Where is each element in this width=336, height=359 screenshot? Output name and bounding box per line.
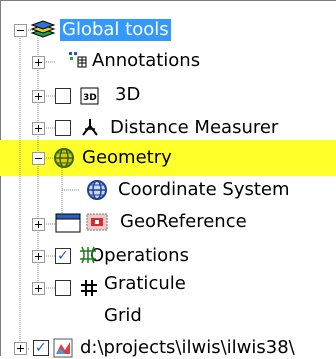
grid-icon bbox=[81, 280, 97, 296]
tree-item-georeference[interactable]: GeoReference bbox=[120, 211, 247, 233]
map-icon bbox=[53, 338, 73, 358]
project-checkbox[interactable]: ✓ bbox=[33, 340, 49, 356]
coordinate-system-icon bbox=[87, 180, 107, 200]
tree-item-coordinate-system[interactable]: Coordinate System bbox=[118, 179, 290, 201]
annotations-expand-toggle[interactable] bbox=[32, 56, 45, 69]
tree-item-geometry[interactable]: Geometry bbox=[82, 147, 172, 169]
global-tools-label[interactable]: Global tools bbox=[60, 19, 171, 41]
operations-expand-toggle[interactable] bbox=[32, 218, 45, 231]
layers-icon bbox=[30, 20, 56, 38]
compass-icon bbox=[82, 119, 98, 136]
grid-checkbox[interactable] bbox=[55, 280, 71, 296]
global-tools-collapse-toggle[interactable] bbox=[14, 24, 27, 37]
distance-measurer-checkbox[interactable] bbox=[55, 120, 71, 136]
tree-item-operations[interactable]: Operations bbox=[90, 245, 189, 267]
tree-item-3d[interactable]: 3D bbox=[115, 84, 140, 106]
tree-item-grid[interactable]: Grid bbox=[104, 305, 142, 327]
project-expand-toggle[interactable] bbox=[14, 342, 27, 355]
tree-item-distance-measurer[interactable]: Distance Measurer bbox=[110, 117, 278, 139]
geometry-collapse-toggle[interactable] bbox=[32, 152, 45, 165]
checkmark-icon: ✓ bbox=[35, 340, 47, 356]
annotation-icon bbox=[69, 52, 87, 68]
3d-checkbox[interactable] bbox=[55, 88, 71, 104]
3d-expand-toggle[interactable] bbox=[32, 90, 45, 103]
graticule-checkbox[interactable]: ✓ bbox=[55, 248, 71, 264]
tree-item-graticule[interactable]: Graticule bbox=[104, 273, 186, 295]
grid-expand-toggle[interactable] bbox=[32, 282, 45, 295]
svg-text:3D: 3D bbox=[83, 93, 97, 103]
checkmark-icon: ✓ bbox=[57, 248, 69, 264]
tree-item-annotations[interactable]: Annotations bbox=[92, 50, 200, 72]
globe-grid-icon bbox=[54, 148, 74, 168]
graticule-expand-toggle[interactable] bbox=[32, 250, 45, 263]
window-icon bbox=[55, 213, 81, 233]
3d-icon: 3D bbox=[80, 87, 99, 105]
distance-measurer-expand-toggle[interactable] bbox=[32, 122, 45, 135]
georeference-icon bbox=[86, 213, 108, 231]
graticule-icon bbox=[80, 246, 96, 264]
